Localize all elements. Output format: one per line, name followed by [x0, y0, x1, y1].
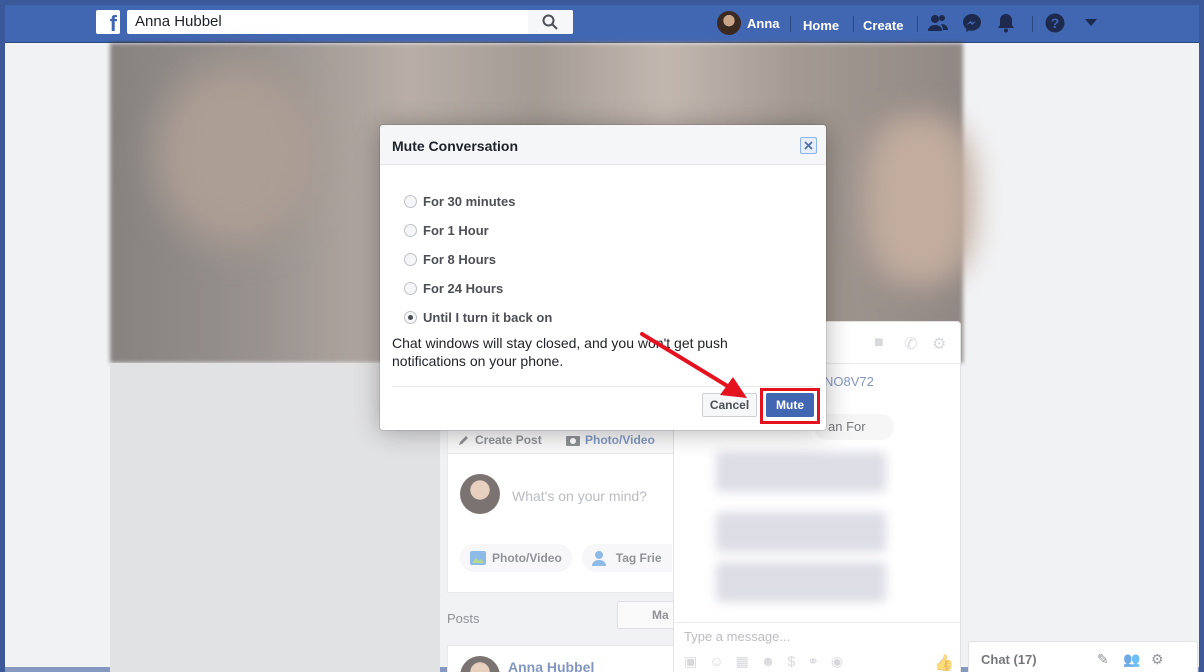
cancel-button[interactable]: Cancel	[702, 393, 757, 417]
nav-user-name: Anna	[747, 15, 780, 31]
nav-home-link[interactable]: Home	[803, 18, 839, 33]
dialog-footer-divider	[392, 386, 814, 387]
nav-divider	[1032, 16, 1033, 32]
radio-24-hours[interactable]	[404, 282, 417, 295]
search-input[interactable]: Anna Hubbel	[127, 10, 573, 34]
nav-divider	[853, 16, 854, 32]
notifications-bell-icon[interactable]	[997, 13, 1015, 33]
option-label: Until I turn it back on	[423, 310, 553, 325]
help-icon[interactable]: ?	[1045, 13, 1065, 33]
option-label: For 8 Hours	[423, 252, 496, 267]
mute-conversation-dialog: Mute Conversation For 30 minutes For 1 H…	[380, 125, 826, 430]
radio-8-hours[interactable]	[404, 253, 417, 266]
top-navigation-bar: f Anna Hubbel Anna Home Create ?	[5, 5, 1199, 43]
nav-divider	[917, 16, 918, 32]
avatar	[717, 11, 741, 35]
option-1-hour[interactable]: For 1 Hour	[404, 216, 552, 245]
svg-text:?: ?	[1051, 15, 1060, 31]
nav-divider	[790, 16, 791, 32]
search-icon	[542, 14, 558, 30]
option-label: For 30 minutes	[423, 194, 516, 209]
option-label: For 24 Hours	[423, 281, 504, 296]
option-8-hours[interactable]: For 8 Hours	[404, 245, 552, 274]
nav-profile-link[interactable]: Anna	[717, 10, 780, 36]
option-label: For 1 Hour	[423, 223, 489, 238]
friend-requests-icon[interactable]	[927, 13, 949, 33]
dialog-header: Mute Conversation	[380, 125, 826, 165]
mute-duration-options: For 30 minutes For 1 Hour For 8 Hours Fo…	[404, 187, 552, 332]
close-button[interactable]	[800, 137, 817, 154]
messenger-icon[interactable]	[962, 13, 982, 33]
dialog-title: Mute Conversation	[392, 138, 519, 154]
option-until-turned-on[interactable]: Until I turn it back on	[404, 303, 552, 332]
facebook-logo-icon[interactable]: f	[96, 10, 120, 34]
option-30-minutes[interactable]: For 30 minutes	[404, 187, 552, 216]
account-menu-chevron-down-icon[interactable]	[1085, 19, 1097, 27]
radio-30-minutes[interactable]	[404, 195, 417, 208]
option-24-hours[interactable]: For 24 Hours	[404, 274, 552, 303]
dialog-description: Chat windows will stay closed, and you w…	[392, 335, 728, 369]
search-button[interactable]	[528, 10, 573, 34]
close-icon	[804, 141, 813, 150]
radio-1-hour[interactable]	[404, 224, 417, 237]
nav-create-link[interactable]: Create	[863, 18, 903, 33]
mute-button[interactable]: Mute	[766, 393, 814, 417]
radio-until-turned-on[interactable]	[404, 311, 417, 324]
